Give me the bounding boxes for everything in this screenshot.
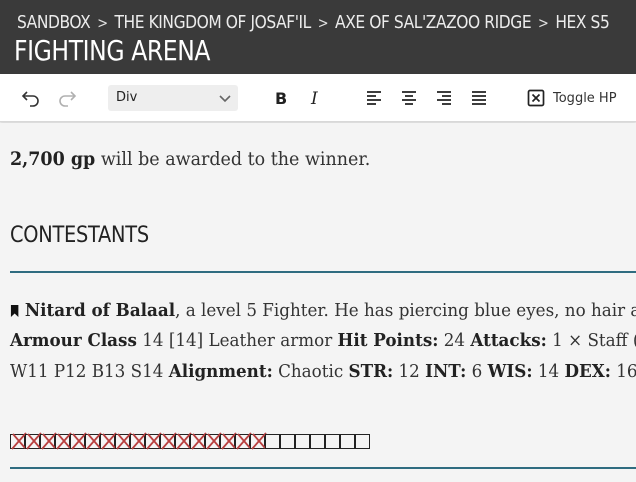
align-left-button[interactable]: [361, 85, 387, 111]
hp-box[interactable]: [265, 434, 280, 449]
align-right-icon: [437, 91, 451, 105]
hp-box[interactable]: [355, 434, 370, 449]
hp-box-damaged[interactable]: [100, 432, 117, 450]
breadcrumb-item-sandbox[interactable]: SANDBOX: [17, 12, 91, 33]
contestant-name: Nitard of Balaal: [24, 300, 176, 321]
hp-box-damaged[interactable]: [145, 432, 162, 450]
close-box-icon: [527, 89, 545, 107]
italic-icon: I: [310, 89, 318, 108]
breadcrumb-separator: >: [97, 14, 108, 32]
hp-box[interactable]: [310, 434, 325, 449]
hp-box-damaged[interactable]: [70, 432, 87, 450]
page-title: FIGHTING ARENA: [14, 34, 211, 67]
contestant-description: , a level 5 Fighter. He has piercing blu…: [175, 300, 636, 321]
section-divider: [10, 271, 636, 273]
award-line: 2,700 gp will be awarded to the winner.: [10, 148, 370, 170]
align-right-button[interactable]: [431, 85, 457, 111]
hp-box-damaged[interactable]: [115, 432, 132, 450]
header-bar: SANDBOX > THE KINGDOM OF JOSAF'IL > AXE OF S…: [0, 0, 636, 74]
hp-box-damaged[interactable]: [85, 432, 102, 450]
str-value: 12: [393, 361, 426, 382]
alignment-value: Chaotic: [272, 361, 349, 382]
redo-icon: [59, 91, 77, 107]
bold-button[interactable]: B: [267, 85, 293, 111]
align-center-button[interactable]: [396, 85, 422, 111]
dex-value: 16: [616, 361, 636, 382]
align-center-icon: [402, 91, 416, 105]
hp-box-damaged[interactable]: [175, 432, 192, 450]
ac-value: 14 [14] Leather armor: [136, 330, 338, 351]
award-text: will be awarded to the winner.: [95, 148, 371, 170]
hp-value: 24: [438, 330, 471, 351]
dex-label: DEX:: [564, 361, 611, 382]
block-format-value: Div: [116, 90, 138, 105]
section-heading: CONTESTANTS: [10, 223, 149, 248]
hp-box-damaged[interactable]: [40, 432, 57, 450]
int-value: 6: [466, 361, 488, 382]
align-left-icon: [367, 91, 381, 105]
hp-box-damaged[interactable]: [25, 432, 42, 450]
str-label: STR:: [348, 361, 394, 382]
wis-label: WIS:: [487, 361, 533, 382]
hp-box-damaged[interactable]: [205, 432, 222, 450]
align-justify-icon: [472, 91, 486, 105]
ac-label: Armour Class: [10, 330, 137, 351]
breadcrumb: SANDBOX > THE KINGDOM OF JOSAF'IL > AXE OF S…: [17, 12, 610, 33]
document-content[interactable]: 2,700 gp will be awarded to the winner. …: [0, 123, 636, 482]
award-amount: 2,700 gp: [10, 148, 96, 170]
toggle-hp-button[interactable]: Toggle HP: [526, 85, 617, 111]
hp-box-damaged[interactable]: [160, 432, 177, 450]
bookmark-icon: [10, 305, 19, 317]
hp-box[interactable]: [295, 434, 310, 449]
hp-label: Hit Points:: [337, 330, 439, 351]
contestant-intro: Nitard of Balaal, a level 5 Fighter. He …: [10, 300, 636, 321]
int-label: INT:: [425, 361, 467, 382]
align-justify-button[interactable]: [466, 85, 492, 111]
svg-text:I: I: [310, 89, 318, 108]
bold-icon: B: [275, 89, 287, 108]
breadcrumb-item-hex[interactable]: HEX S5: [555, 12, 609, 33]
redo-button[interactable]: [54, 85, 80, 111]
breadcrumb-separator: >: [538, 14, 549, 32]
breadcrumb-item-ridge[interactable]: AXE OF SAL'ZAZOO RIDGE: [335, 12, 532, 33]
hp-box[interactable]: [325, 434, 340, 449]
toggle-hp-label: Toggle HP: [553, 90, 617, 106]
chevron-down-icon: [219, 95, 231, 103]
hp-box-damaged[interactable]: [190, 432, 207, 450]
alignment-label: Alignment:: [168, 361, 273, 382]
section-divider: [10, 467, 636, 469]
hp-box-damaged[interactable]: [220, 432, 237, 450]
contestant-abilities-line: W11 P12 B13 S14 Alignment: Chaotic STR: …: [10, 361, 636, 382]
wis-value: 14: [532, 361, 565, 382]
hp-box-damaged[interactable]: [250, 432, 267, 450]
saves-value: W11 P12 B13 S14: [10, 361, 169, 382]
contestant-stats-line: Armour Class 14 [14] Leather armor Hit P…: [10, 330, 636, 351]
hp-box-damaged[interactable]: [235, 432, 252, 450]
block-format-select[interactable]: Div: [108, 85, 238, 111]
hp-box-damaged[interactable]: [10, 432, 27, 450]
svg-text:B: B: [275, 89, 287, 108]
hp-tracker: [10, 432, 370, 452]
breadcrumb-separator: >: [317, 14, 329, 32]
hp-box-damaged[interactable]: [55, 432, 72, 450]
hp-box[interactable]: [280, 434, 295, 449]
undo-button[interactable]: [18, 85, 44, 111]
undo-icon: [21, 91, 39, 107]
hp-box[interactable]: [340, 434, 355, 449]
attacks-label: Attacks:: [470, 330, 547, 351]
editor-toolbar: Div B I Toggle HP: [0, 74, 636, 122]
italic-button[interactable]: I: [302, 85, 328, 111]
hp-box-damaged[interactable]: [130, 432, 147, 450]
attacks-value: 1 × Staff (1c: [552, 330, 636, 351]
breadcrumb-item-kingdom[interactable]: THE KINGDOM OF JOSAF'IL: [114, 12, 311, 33]
